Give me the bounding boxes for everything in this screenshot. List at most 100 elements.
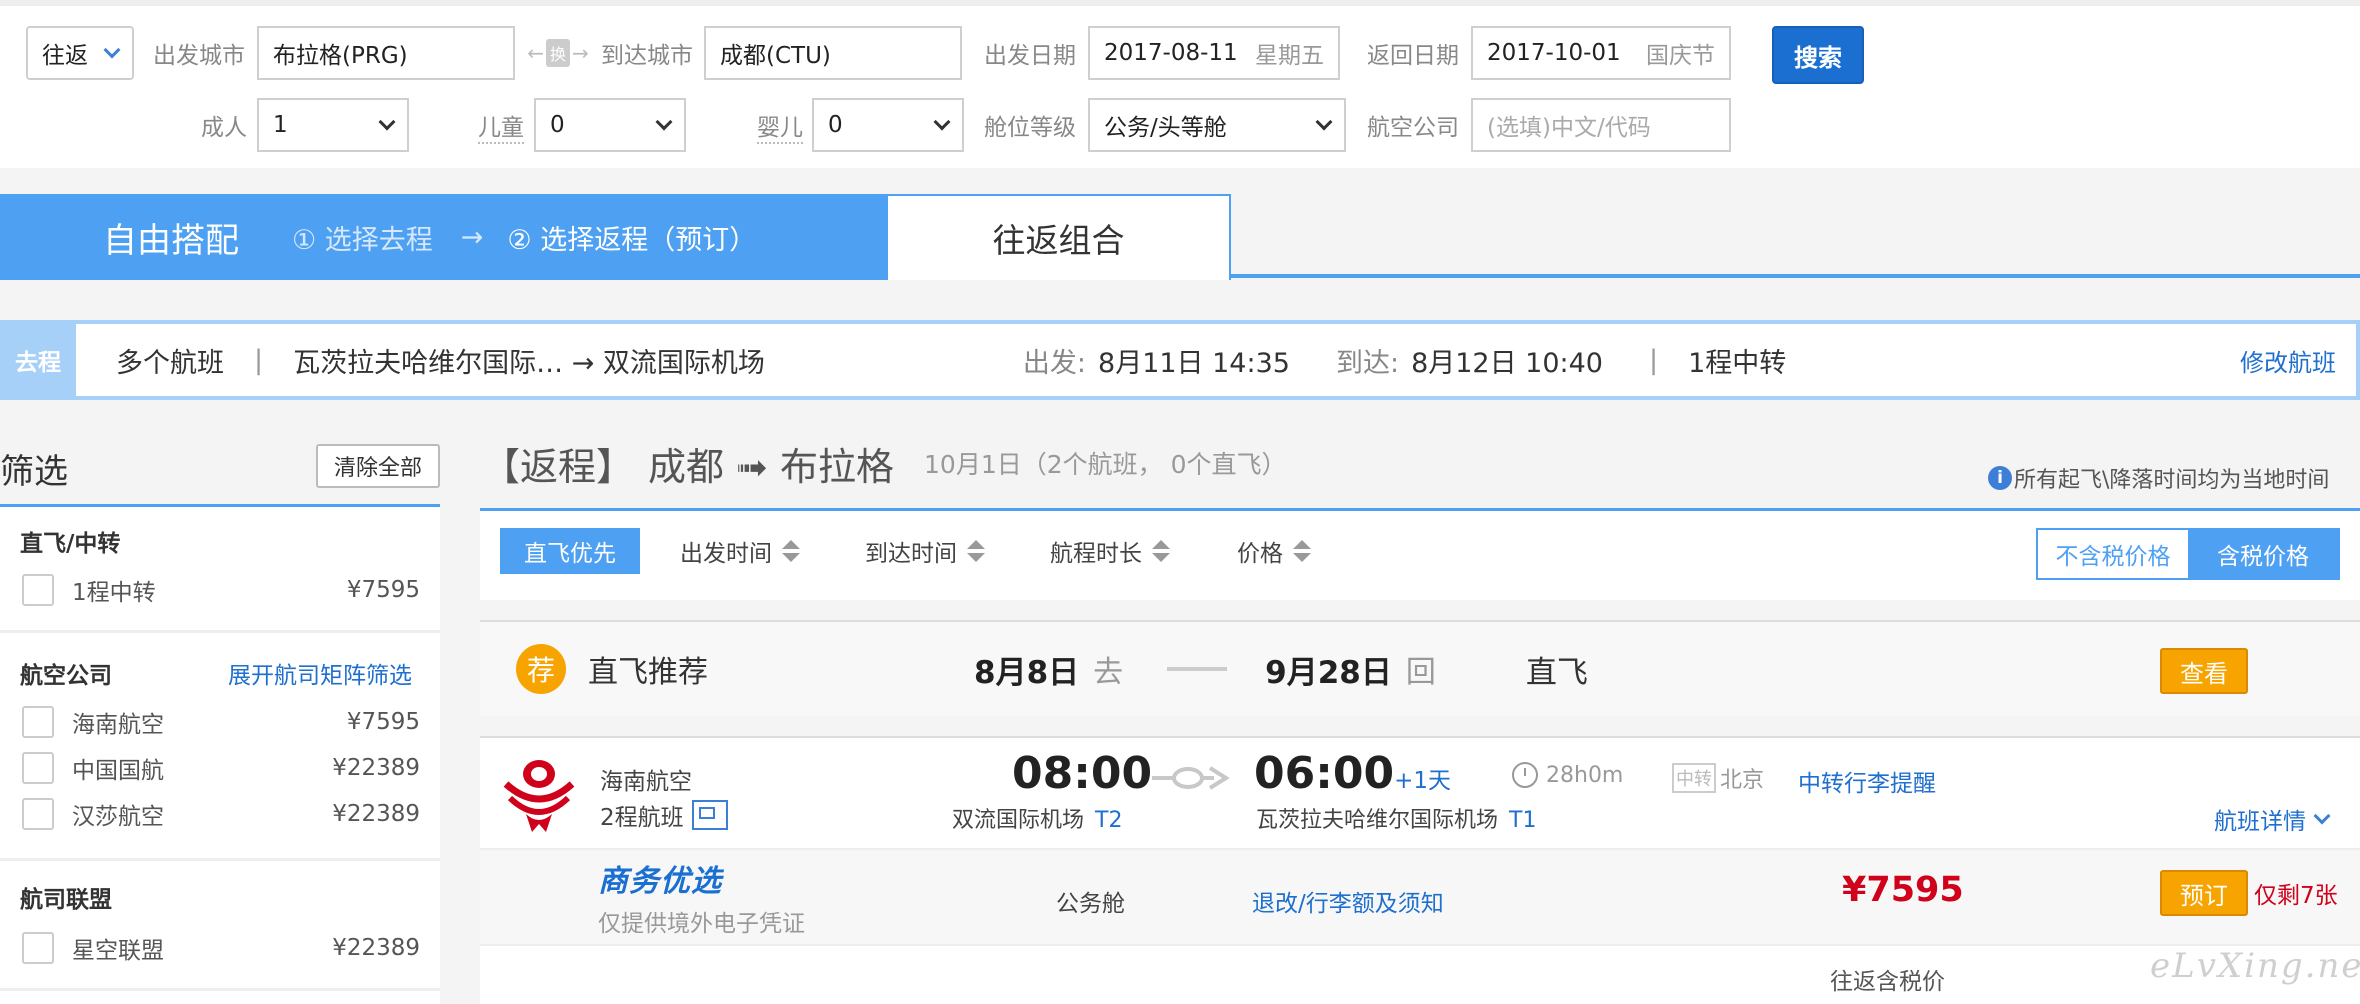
chevron-down-icon bbox=[655, 113, 673, 131]
recommend-badge: 荐 bbox=[516, 644, 566, 694]
return-holiday: 国庆节 bbox=[1646, 43, 1715, 69]
step-arrow: → bbox=[460, 221, 484, 253]
swap-button[interactable]: ← 换 → bbox=[524, 38, 592, 68]
flight-arrow-icon bbox=[1150, 764, 1230, 792]
return-route: 成都 ➟ 布拉格 bbox=[648, 444, 895, 489]
chevron-down-icon bbox=[1315, 113, 1333, 131]
search-button[interactable]: 搜索 bbox=[1772, 26, 1864, 84]
return-date-input[interactable]: 2017-10-01 国庆节 bbox=[1471, 26, 1731, 80]
fare-cabin: 公务舱 bbox=[1056, 891, 1125, 917]
checkbox[interactable] bbox=[22, 574, 54, 606]
step-1: ① 选择去程 bbox=[292, 224, 433, 256]
clock-icon bbox=[1512, 762, 1538, 788]
filter-option[interactable]: 中国国航 ¥22389 bbox=[22, 750, 420, 786]
filter-title: 筛选 bbox=[0, 452, 68, 492]
outbound-stops: 1程中转 bbox=[1688, 347, 1787, 379]
include-tax-option[interactable]: 含税价格 bbox=[2188, 530, 2338, 578]
recommend-title: 直飞推荐 bbox=[588, 655, 708, 690]
recommend-go-tag: 去 bbox=[1093, 655, 1124, 690]
adult-select[interactable]: 1 bbox=[257, 98, 409, 152]
filter-option-price: ¥7595 bbox=[346, 577, 420, 603]
arrival-terminal: T1 bbox=[1509, 808, 1537, 833]
depart-date-label: 出发日期 bbox=[984, 43, 1076, 69]
exclude-tax-option[interactable]: 不含税价格 bbox=[2038, 530, 2188, 578]
sort-arrows-icon bbox=[782, 540, 800, 562]
filter-option-price: ¥22389 bbox=[332, 801, 420, 827]
swap-icon: 换 bbox=[545, 39, 570, 67]
filter-option-price: ¥22389 bbox=[332, 935, 420, 961]
sort-arrows-icon bbox=[967, 540, 985, 562]
promo-note: 仅提供境外电子凭证 bbox=[598, 911, 805, 937]
child-select[interactable]: 0 bbox=[534, 98, 686, 152]
tab-free-combo[interactable]: 自由搭配 ① 选择去程 → ② 选择返程（预订） bbox=[0, 194, 886, 280]
filter-option[interactable]: 海南航空 ¥7595 bbox=[22, 704, 420, 740]
outbound-arrive-time: 8月12日 10:40 bbox=[1411, 347, 1603, 379]
recommend-back-tag: 回 bbox=[1405, 655, 1436, 690]
outbound-arrive-label: 到达: bbox=[1335, 347, 1400, 379]
fare-rules-link[interactable]: 退改/行李额及须知 bbox=[1252, 884, 1444, 918]
tab-round-combo[interactable]: 往返组合 bbox=[886, 194, 1231, 280]
recommend-go-date: 8月8日 bbox=[974, 654, 1080, 691]
arrival-time-group: 06:00 +1天 bbox=[1254, 748, 1451, 799]
filter-option[interactable]: 1程中转 ¥7595 bbox=[22, 572, 420, 608]
filter-option-price: ¥7595 bbox=[346, 709, 420, 735]
sort-duration[interactable]: 航程时长 bbox=[1050, 534, 1170, 568]
arrival-airport: 瓦茨拉夫哈维尔国际机场 T1 bbox=[1256, 808, 1537, 833]
chevron-down-icon bbox=[933, 113, 951, 131]
flight-duration: 28h0m bbox=[1546, 762, 1624, 788]
sort-price[interactable]: 价格 bbox=[1237, 534, 1311, 568]
outbound-route: 瓦茨拉夫哈维尔国际… → 双流国际机场 bbox=[293, 347, 765, 379]
outbound-depart-label: 出发: bbox=[1022, 347, 1087, 379]
cabin-label: 舱位等级 bbox=[984, 115, 1076, 141]
clear-all-button[interactable]: 清除全部 bbox=[316, 444, 440, 488]
divider bbox=[0, 630, 440, 633]
price-tax-toggle: 不含税价格 含税价格 bbox=[2036, 528, 2340, 580]
return-tag: 【返程】 bbox=[482, 444, 635, 489]
depart-date-input[interactable]: 2017-08-11 星期五 bbox=[1088, 26, 1340, 80]
round-trip-tax-note: 往返含税价 bbox=[1830, 969, 1945, 995]
outbound-separator-2: | bbox=[1649, 344, 1659, 376]
codeshare-icon[interactable] bbox=[691, 800, 728, 830]
direct-recommend-row: 荐 直飞推荐 8月8日 去 9月28日 回 直飞 bbox=[480, 620, 2360, 716]
child-label: 儿童 bbox=[478, 108, 524, 144]
sort-arrive-time[interactable]: 到达时间 bbox=[865, 534, 985, 568]
sort-depart-time[interactable]: 出发时间 bbox=[680, 534, 800, 568]
checkbox[interactable] bbox=[22, 798, 54, 830]
sort-direct-first[interactable]: 直飞优先 bbox=[500, 528, 640, 574]
filter-option[interactable]: 星空联盟 ¥22389 bbox=[22, 930, 420, 966]
cabin-select[interactable]: 公务/头等舱 bbox=[1088, 98, 1346, 152]
filter-option[interactable]: 汉莎航空 ¥22389 bbox=[22, 796, 420, 832]
flight-details-link[interactable]: 航班详情 bbox=[2214, 802, 2331, 836]
checkbox[interactable] bbox=[22, 752, 54, 784]
filter-option-label: 海南航空 bbox=[72, 712, 164, 738]
checkbox[interactable] bbox=[22, 932, 54, 964]
depart-city-label: 出发城市 bbox=[153, 43, 245, 69]
depart-city-input[interactable]: 布拉格(PRG) bbox=[257, 26, 515, 80]
time-note-text: 所有起飞\降落时间均为当地时间 bbox=[2014, 468, 2330, 493]
transfer-baggage-reminder-link[interactable]: 中转行李提醒 bbox=[1798, 764, 1936, 798]
checkbox[interactable] bbox=[22, 706, 54, 738]
departure-time: 08:00 bbox=[1012, 748, 1153, 799]
step-2: ② 选择返程（预订） bbox=[507, 224, 757, 256]
modify-flight-link[interactable]: 修改航班 bbox=[2240, 343, 2336, 378]
book-button[interactable]: 预订 bbox=[2160, 870, 2248, 916]
results-heading: 【返程】 成都 ➟ 布拉格 10月1日（2个航班， 0个直飞） bbox=[482, 436, 1287, 490]
departure-terminal: T2 bbox=[1095, 808, 1123, 833]
arrive-city-input[interactable]: 成都(CTU) bbox=[704, 26, 962, 80]
filter-option-price: ¥22389 bbox=[332, 755, 420, 781]
infant-select[interactable]: 0 bbox=[812, 98, 964, 152]
arrival-time: 06:00 bbox=[1254, 748, 1395, 799]
recommend-dash bbox=[1167, 667, 1228, 671]
trip-type-select[interactable]: 往返 bbox=[26, 26, 134, 80]
filter-option-label: 1程中转 bbox=[72, 580, 156, 606]
tab-round-combo-label: 往返组合 bbox=[992, 221, 1125, 260]
airline-input[interactable]: (选填)中文/代码 bbox=[1471, 98, 1731, 152]
outbound-flights: 多个航班 bbox=[116, 347, 224, 379]
alliance-section-title: 航司联盟 bbox=[20, 887, 112, 913]
recommend-view-button[interactable]: 查看 bbox=[2160, 648, 2248, 694]
tab-free-combo-label: 自由搭配 bbox=[103, 220, 239, 261]
business-promo-logo: 商务优选 bbox=[598, 864, 722, 899]
arrival-day-offset: +1天 bbox=[1394, 768, 1451, 794]
expand-airline-matrix-link[interactable]: 展开航司矩阵筛选 bbox=[228, 656, 412, 690]
chevron-down-icon bbox=[2313, 807, 2331, 825]
